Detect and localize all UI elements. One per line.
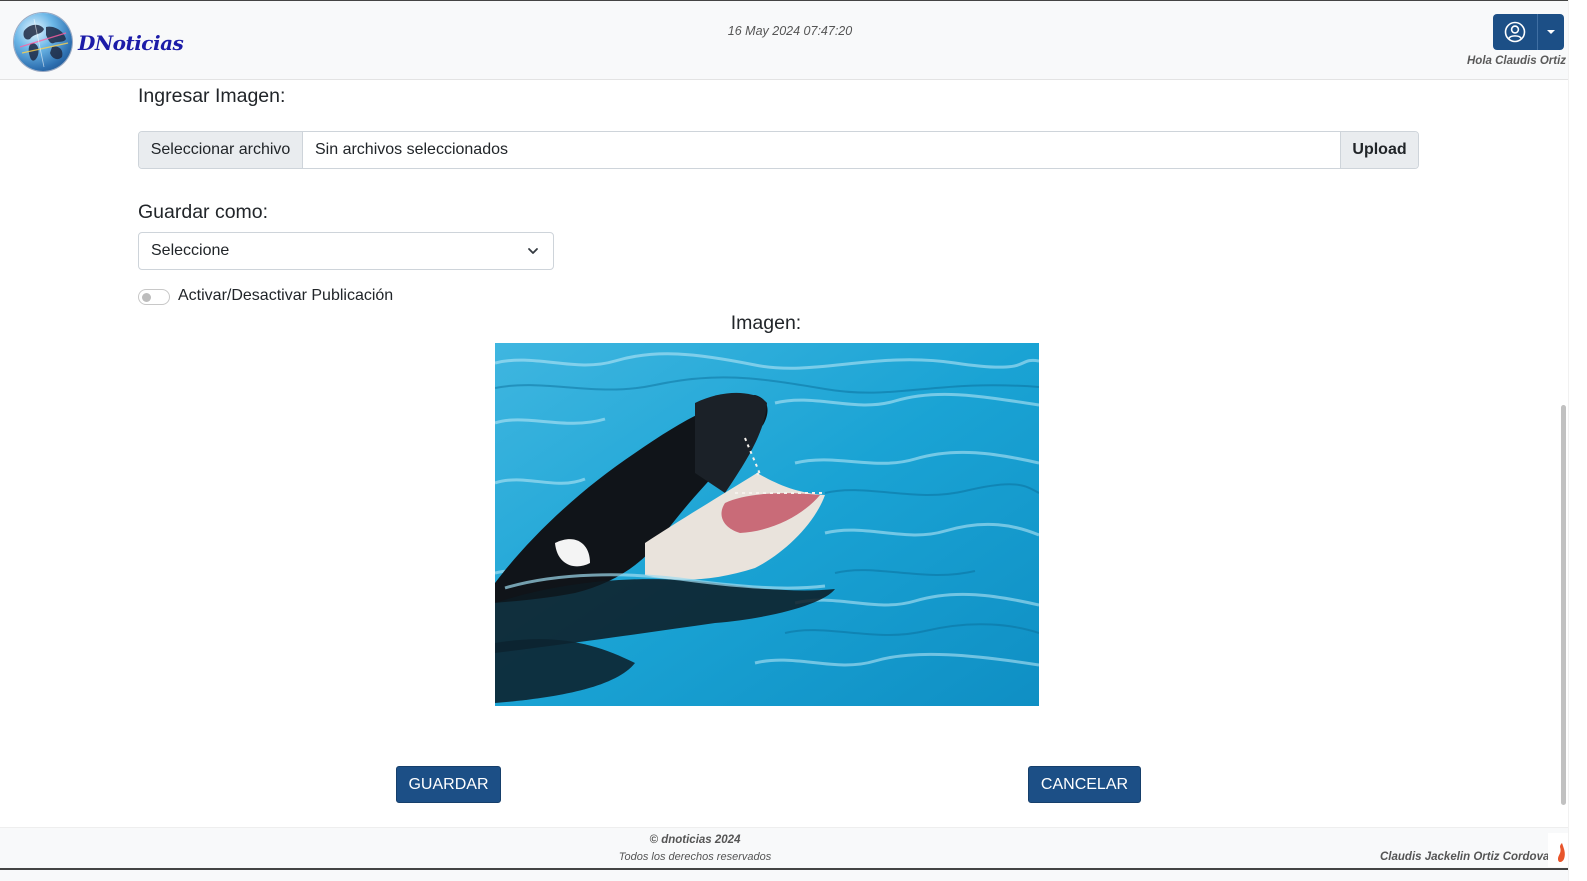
user-menu-button[interactable] [1493,14,1564,50]
toggle-knob [142,293,151,302]
caret-down-icon [1547,30,1555,34]
save-button[interactable]: GUARDAR [396,766,501,803]
site-logo[interactable]: DNoticias [14,13,184,71]
publication-toggle[interactable] [138,289,170,305]
image-input-label: Ingresar Imagen: [138,85,286,107]
globe-logo-icon [14,13,72,71]
scrollbar-thumb[interactable] [1561,405,1566,805]
upload-button[interactable]: Upload [1340,132,1418,168]
user-profile-button[interactable] [1493,14,1537,50]
footer-copyright: © dnoticias 2024 [649,834,741,846]
save-as-label: Guardar como: [138,201,269,223]
footer-rights: Todos los derechos reservados [618,851,772,863]
file-name-display[interactable]: Sin archivos seleccionados [303,132,1340,168]
cancel-button[interactable]: CANCELAR [1028,766,1141,803]
save-as-select[interactable]: Seleccione [138,232,554,270]
publication-toggle-label: Activar/Desactivar Publicación [178,287,394,304]
image-preview-title: Imagen: [730,312,802,334]
file-input-group[interactable]: Seleccionar archivo Sin archivos selecci… [138,131,1419,169]
user-dropdown-toggle[interactable] [1537,14,1564,50]
current-datetime: 16 May 2024 07:47:20 [727,24,853,38]
user-circle-icon [1504,21,1526,43]
page-scrollbar[interactable] [1568,0,1587,881]
user-greeting: Hola Claudis Ortiz [1467,55,1567,67]
flame-icon[interactable] [1548,833,1568,867]
bottom-border [0,868,1587,870]
top-navbar: DNoticias 16 May 2024 07:47:20 Hola Clau… [0,0,1587,80]
select-file-button[interactable]: Seleccionar archivo [139,132,303,168]
page-footer: © dnoticias 2024 Todos los derechos rese… [0,827,1587,881]
save-as-selected-value: Seleccione [151,242,230,259]
footer-author: Claudis Jackelin Ortiz Cordova [1380,851,1548,863]
chevron-down-icon [528,248,538,254]
image-preview [495,343,1039,706]
